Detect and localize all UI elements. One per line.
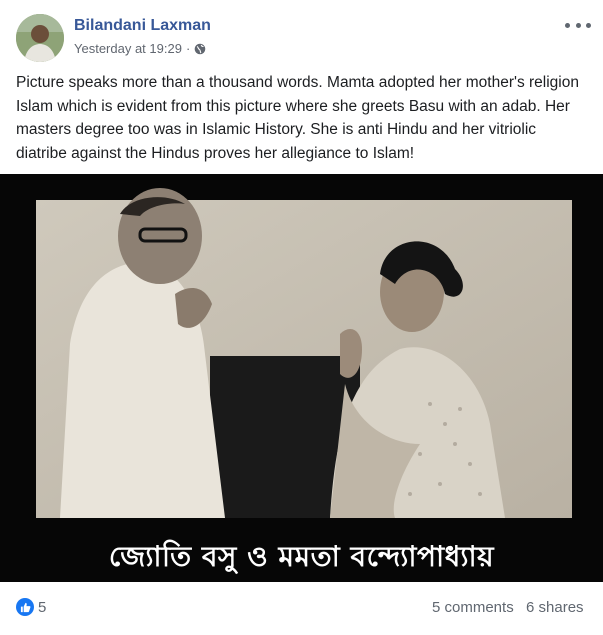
post-text: Picture speaks more than a thousand word… xyxy=(16,74,579,162)
post-timestamp[interactable]: Yesterday at 19:29 xyxy=(74,41,182,56)
reaction-count[interactable]: 5 xyxy=(38,599,46,616)
author-name[interactable]: Bilandani Laxman xyxy=(74,17,211,35)
photo-caption: জ্যোতি বসু ও মমতা বন্দ্যোপাধ্যায় xyxy=(108,540,495,573)
globe-icon xyxy=(194,43,206,54)
post-photo[interactable]: জ্যোতি বসু ও মমতা বন্দ্যোপাধ্যায় xyxy=(0,174,603,582)
shares-link[interactable]: 6 shares xyxy=(526,599,584,616)
meta-separator: · xyxy=(185,41,191,56)
thumbs-up-icon[interactable] xyxy=(16,598,34,616)
photo-illustration xyxy=(0,174,603,582)
post-meta: Yesterday at 19:29 · xyxy=(74,41,206,56)
avatar[interactable] xyxy=(16,14,64,62)
post-footer: 5 5 comments 6 shares xyxy=(0,582,603,635)
more-options-icon[interactable] xyxy=(565,16,591,34)
facebook-post: Bilandani Laxman Yesterday at 19:29 · Pi… xyxy=(0,0,603,635)
post-header: Bilandani Laxman Yesterday at 19:29 · xyxy=(16,14,591,62)
comments-link[interactable]: 5 comments xyxy=(432,599,514,616)
